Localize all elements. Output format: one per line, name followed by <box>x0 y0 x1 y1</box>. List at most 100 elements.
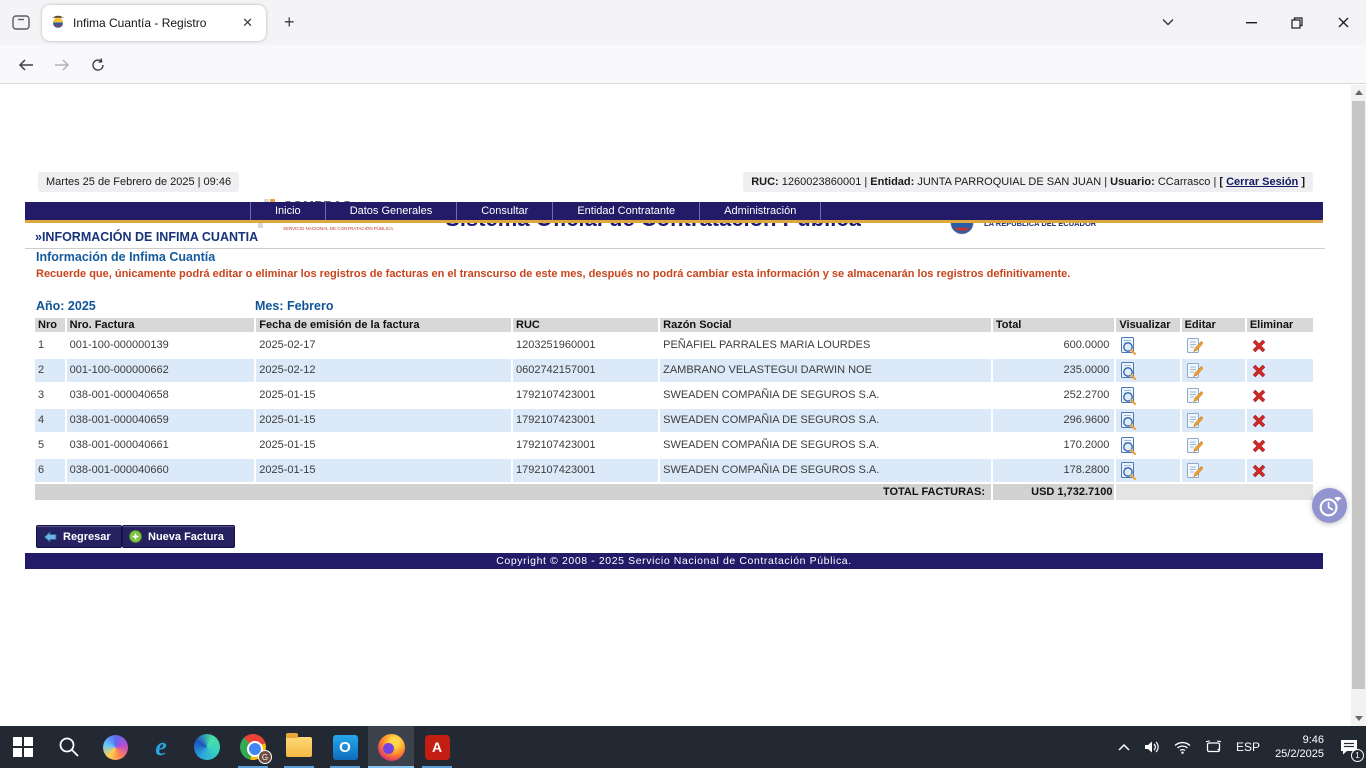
plus-circle-icon <box>129 530 142 543</box>
usuario-value: CCarrasco <box>1158 176 1211 188</box>
eliminar-icon[interactable] <box>1247 409 1313 432</box>
edge-icon[interactable] <box>184 726 230 768</box>
editar-icon[interactable] <box>1182 334 1245 357</box>
scroll-down-icon[interactable] <box>1351 711 1366 726</box>
cell-ruc: 1792107423001 <box>513 409 658 432</box>
outlook-icon[interactable]: O <box>322 726 368 768</box>
visualizar-icon[interactable] <box>1116 459 1179 482</box>
session-bar: RUC: 1260023860001 | Entidad: JUNTA PARR… <box>743 172 1313 192</box>
editar-icon[interactable] <box>1182 459 1245 482</box>
logout-link[interactable]: Cerrar Sesión <box>1226 176 1298 188</box>
nueva-factura-button[interactable]: Nueva Factura <box>122 525 235 548</box>
nav-menu: InicioDatos GeneralesConsultarEntidad Co… <box>250 202 821 220</box>
volume-icon[interactable] <box>1137 740 1167 754</box>
editar-icon[interactable] <box>1182 409 1245 432</box>
cell-factura: 038-001-000040659 <box>67 409 255 432</box>
browser-tab[interactable]: Infima Cuantía - Registro ✕ <box>42 5 266 41</box>
warning-text: Recuerde que, únicamente podrá editar o … <box>36 267 1246 281</box>
cell-razon: PEÑAFIEL PARRALES MARIA LOURDES <box>660 334 991 357</box>
cell-ruc: 1792107423001 <box>513 384 658 407</box>
firefox-icon[interactable] <box>368 726 414 768</box>
table-row: 5038-001-0000406612025-01-15179210742300… <box>35 434 1313 457</box>
nav-item-datos-generales[interactable]: Datos Generales <box>326 202 458 220</box>
datetime-bar: Martes 25 de Febrero de 2025 | 09:46 <box>38 172 239 192</box>
cell-factura: 038-001-000040660 <box>67 459 255 482</box>
visualizar-icon[interactable] <box>1116 334 1179 357</box>
tray-date: 25/2/2025 <box>1275 747 1324 761</box>
nav-item-consultar[interactable]: Consultar <box>457 202 553 220</box>
editar-icon[interactable] <box>1182 359 1245 382</box>
cell-total: 235.0000 <box>993 359 1115 382</box>
tab-manager-icon[interactable] <box>8 11 34 33</box>
back-arrow-icon <box>43 531 57 543</box>
eliminar-icon[interactable] <box>1247 434 1313 457</box>
column-header: Visualizar <box>1116 318 1179 332</box>
new-tab-button[interactable]: + <box>278 12 301 33</box>
cell-total: 252.2700 <box>993 384 1115 407</box>
reload-button[interactable] <box>84 54 112 76</box>
copyright-bar: Copyright © 2008 - 2025 Servicio Naciona… <box>25 553 1323 569</box>
cell-total: 178.2800 <box>993 459 1115 482</box>
search-icon[interactable] <box>46 726 92 768</box>
nav-item-administración[interactable]: Administración <box>700 202 821 220</box>
timer-extension-widget[interactable] <box>1312 488 1347 523</box>
cast-icon[interactable] <box>1198 740 1229 754</box>
total-row-spacer <box>1116 484 1313 500</box>
cell-ruc: 1203251960001 <box>513 334 658 357</box>
nav-item-entidad-contratante[interactable]: Entidad Contratante <box>553 202 700 220</box>
tab-title: Infima Cuantía - Registro <box>73 16 237 30</box>
table-row: 2001-100-0000006622025-02-12060274215700… <box>35 359 1313 382</box>
ruc-value: 1260023860001 <box>782 176 862 188</box>
page-viewport: COMPRAS PÚBLICAS SERVICIO NACIONAL DE CO… <box>0 85 1366 726</box>
cell-nro: 3 <box>35 384 65 407</box>
table-header-row: NroNro. FacturaFecha de emisión de la fa… <box>35 318 1313 332</box>
month-label: Mes: Febrero <box>255 299 334 313</box>
visualizar-icon[interactable] <box>1116 384 1179 407</box>
file-explorer-icon[interactable] <box>276 726 322 768</box>
language-indicator[interactable]: ESP <box>1229 740 1267 754</box>
tray-chevron-icon[interactable] <box>1111 743 1137 751</box>
page-scrollbar[interactable] <box>1351 85 1366 726</box>
chrome-icon[interactable]: G <box>230 726 276 768</box>
internet-explorer-icon[interactable]: e <box>138 726 184 768</box>
close-button[interactable] <box>1320 0 1366 45</box>
visualizar-icon[interactable] <box>1116 359 1179 382</box>
cell-fecha: 2025-02-17 <box>256 334 511 357</box>
nav-item-inicio[interactable]: Inicio <box>250 202 326 220</box>
cell-razon: SWEADEN COMPAÑIA DE SEGUROS S.A. <box>660 459 991 482</box>
notifications-icon[interactable]: 1 <box>1332 726 1366 768</box>
cell-razon: SWEADEN COMPAÑIA DE SEGUROS S.A. <box>660 434 991 457</box>
acrobat-icon[interactable]: A <box>414 726 460 768</box>
back-button[interactable] <box>12 54 40 76</box>
visualizar-icon[interactable] <box>1116 434 1179 457</box>
ruc-label: RUC: <box>751 176 779 188</box>
tab-list-dropdown-icon[interactable] <box>1156 12 1180 32</box>
cell-razon: SWEADEN COMPAÑIA DE SEGUROS S.A. <box>660 384 991 407</box>
minimize-button[interactable] <box>1228 0 1274 45</box>
forward-button[interactable] <box>48 54 76 76</box>
eliminar-icon[interactable] <box>1247 459 1313 482</box>
cell-fecha: 2025-01-15 <box>256 384 511 407</box>
editar-icon[interactable] <box>1182 434 1245 457</box>
regresar-button[interactable]: Regresar <box>36 525 122 548</box>
start-button[interactable] <box>0 726 46 768</box>
browser-toolbar: https://www.compraspublicas.gob.ec/Proce… <box>0 45 1366 84</box>
column-header: Eliminar <box>1247 318 1313 332</box>
tab-close-icon[interactable]: ✕ <box>237 13 258 33</box>
wifi-icon[interactable] <box>1167 741 1198 754</box>
scrollbar-thumb[interactable] <box>1352 101 1365 689</box>
restore-button[interactable] <box>1274 0 1320 45</box>
year-label: Año: 2025 <box>36 299 96 313</box>
editar-icon[interactable] <box>1182 384 1245 407</box>
eliminar-icon[interactable] <box>1247 334 1313 357</box>
scroll-up-icon[interactable] <box>1351 85 1366 100</box>
cell-nro: 1 <box>35 334 65 357</box>
eliminar-icon[interactable] <box>1247 384 1313 407</box>
tray-clock[interactable]: 9:46 25/2/2025 <box>1267 733 1332 762</box>
copilot-icon[interactable] <box>92 726 138 768</box>
visualizar-icon[interactable] <box>1116 409 1179 432</box>
eliminar-icon[interactable] <box>1247 359 1313 382</box>
column-header: Razón Social <box>660 318 991 332</box>
cell-factura: 038-001-000040661 <box>67 434 255 457</box>
cell-fecha: 2025-02-12 <box>256 359 511 382</box>
